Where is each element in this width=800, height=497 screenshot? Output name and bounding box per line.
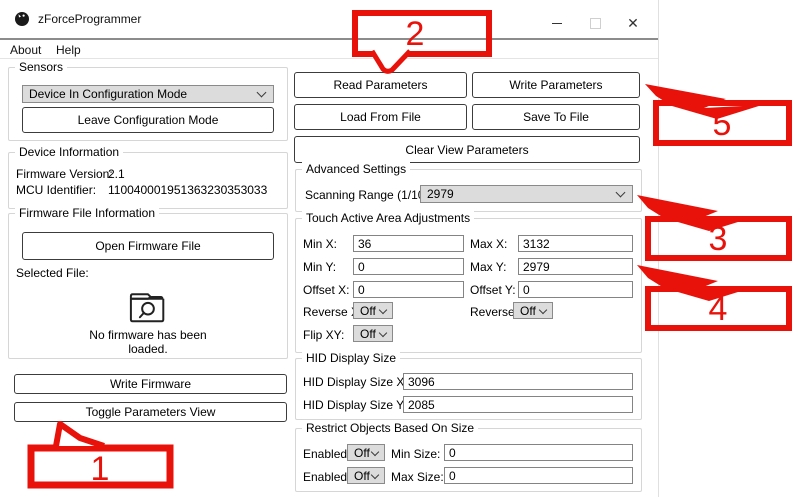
hid-x-field[interactable] [403, 373, 633, 390]
hid-x-label: HID Display Size X: [303, 375, 408, 389]
maximize-button[interactable] [580, 12, 610, 34]
firmware-version-value: 2.1 [108, 167, 125, 181]
sensors-group-title: Sensors [15, 60, 67, 74]
enabled-max-select[interactable]: Off [347, 467, 385, 484]
chevron-down-icon [371, 470, 379, 478]
max-size-label: Max Size: [391, 470, 444, 484]
firmware-version-label: Firmware Version: [16, 167, 113, 181]
close-button[interactable]: ✕ [618, 12, 648, 34]
device-select[interactable]: Device In Configuration Mode [22, 85, 274, 103]
reverse-x-select[interactable]: Off [353, 302, 393, 319]
enabled-min-value: Off [354, 446, 370, 460]
device-select-value: Device In Configuration Mode [29, 87, 187, 101]
callout-5-number: 5 [713, 105, 732, 143]
max-size-field[interactable] [444, 467, 633, 484]
close-icon: ✕ [627, 16, 639, 30]
maximize-icon [590, 18, 601, 29]
app-window: zForceProgrammer ✕ About Help Sensors De… [0, 0, 659, 497]
reverse-y-select[interactable]: Off [513, 302, 553, 319]
mcu-identifier-label: MCU Identifier: [16, 183, 96, 197]
chevron-down-icon [616, 188, 626, 198]
max-y-field[interactable] [518, 258, 633, 275]
screenshot-canvas: zForceProgrammer ✕ About Help Sensors De… [0, 0, 800, 497]
device-info-group-title: Device Information [15, 145, 123, 159]
enabled-max-value: Off [354, 469, 370, 483]
chevron-down-icon [257, 88, 267, 98]
advanced-settings-title: Advanced Settings [302, 162, 410, 176]
scanning-range-select[interactable]: 2979 [420, 185, 633, 203]
menu-help[interactable]: Help [52, 42, 85, 58]
hid-y-field[interactable] [403, 396, 633, 413]
hid-group-title: HID Display Size [302, 351, 400, 365]
offset-x-label: Offset X: [303, 283, 349, 297]
flip-xy-label: Flip XY: [303, 328, 344, 342]
min-size-label: Min Size: [391, 447, 440, 461]
write-firmware-button[interactable]: Write Firmware [14, 374, 287, 394]
flip-xy-select[interactable]: Off [353, 325, 393, 342]
scanning-range-value: 2979 [427, 187, 454, 201]
reverse-y-value: Off [520, 304, 536, 318]
save-to-file-button[interactable]: Save To File [472, 104, 640, 130]
callout-4-number: 4 [709, 290, 728, 328]
callout-4-box [648, 289, 789, 328]
menu-bar: About Help [0, 40, 658, 59]
chevron-down-icon [539, 305, 547, 313]
offset-y-field[interactable] [518, 281, 633, 298]
callout-3-box [648, 219, 789, 258]
restrict-group-title: Restrict Objects Based On Size [302, 421, 478, 435]
chevron-down-icon [379, 305, 387, 313]
reverse-x-value: Off [360, 304, 376, 318]
callout-5-tail [645, 84, 762, 119]
read-parameters-button[interactable]: Read Parameters [294, 72, 467, 98]
enabled-min-label: Enabled: [303, 447, 350, 461]
callout-5-box [656, 103, 789, 143]
max-x-field[interactable] [518, 235, 633, 252]
toggle-parameters-button[interactable]: Toggle Parameters View [14, 402, 287, 422]
min-x-field[interactable] [353, 235, 464, 252]
leave-configuration-button[interactable]: Leave Configuration Mode [22, 107, 274, 133]
enabled-max-label: Enabled: [303, 470, 350, 484]
no-firmware-text: No firmware has been loaded. [58, 328, 238, 356]
load-from-file-button[interactable]: Load From File [294, 104, 467, 130]
max-x-label: Max X: [470, 237, 507, 251]
no-firmware-line1: No firmware has been [58, 328, 238, 342]
clear-view-parameters-button[interactable]: Clear View Parameters [294, 136, 640, 163]
firmware-file-group-title: Firmware File Information [15, 206, 159, 220]
mcu-identifier-value: 110040001951363230353033 [108, 183, 267, 197]
min-x-label: Min X: [303, 237, 337, 251]
min-y-label: Min Y: [303, 260, 336, 274]
max-y-label: Max Y: [470, 260, 506, 274]
menu-about[interactable]: About [6, 42, 45, 58]
enabled-min-select[interactable]: Off [347, 444, 385, 461]
open-firmware-button[interactable]: Open Firmware File [22, 232, 274, 260]
flip-xy-value: Off [360, 327, 376, 341]
callout-3-number: 3 [709, 220, 728, 258]
selected-file-label: Selected File: [16, 266, 89, 280]
minimize-icon [552, 23, 562, 24]
chevron-down-icon [371, 447, 379, 455]
title-bar: zForceProgrammer ✕ [0, 0, 658, 38]
touch-area-title: Touch Active Area Adjustments [302, 211, 474, 225]
window-title: zForceProgrammer [38, 12, 141, 26]
min-y-field[interactable] [353, 258, 464, 275]
no-firmware-line2: loaded. [58, 342, 238, 356]
offset-y-label: Offset Y: [470, 283, 516, 297]
offset-x-field[interactable] [353, 281, 464, 298]
minimize-button[interactable] [542, 12, 572, 34]
chevron-down-icon [379, 328, 387, 336]
hid-y-label: HID Display Size Y: [303, 398, 407, 412]
write-parameters-button[interactable]: Write Parameters [472, 72, 640, 98]
min-size-field[interactable] [444, 444, 633, 461]
app-logo-icon [14, 11, 30, 27]
folder-search-icon [128, 288, 168, 324]
